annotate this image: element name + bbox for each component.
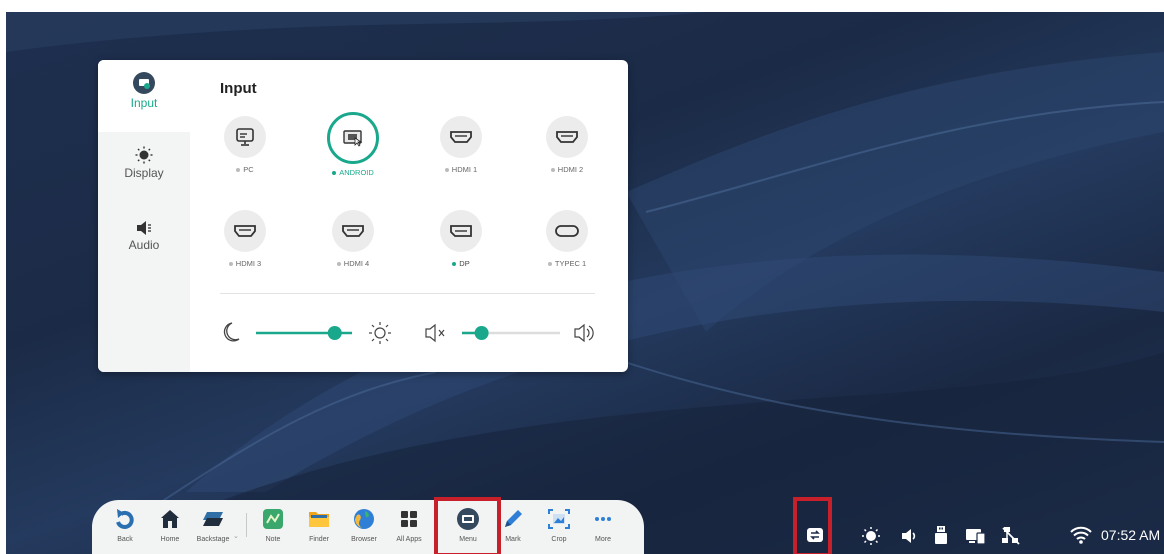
dock-label: Back xyxy=(117,536,133,543)
source-label: HDMI 4 xyxy=(313,259,393,268)
note-app-icon xyxy=(263,509,283,529)
source-hdmi-2[interactable]: HDMI 2 xyxy=(527,116,607,174)
folder-icon xyxy=(309,512,329,527)
sidebar-label-input: Input xyxy=(130,96,158,110)
monitor-icon xyxy=(236,128,254,146)
dock-label: All Apps xyxy=(396,536,422,543)
dock-label: Home xyxy=(160,536,180,543)
dock-label: Note xyxy=(265,536,281,543)
source-label: HDMI 3 xyxy=(205,259,285,268)
back-icon xyxy=(116,509,134,529)
source-label: HDMI 2 xyxy=(527,165,607,174)
dock-label: Browser xyxy=(351,536,377,543)
dock-crop[interactable]: Crop xyxy=(536,505,582,543)
source-dp[interactable]: DP xyxy=(421,210,501,268)
hdmi-port-icon xyxy=(450,131,472,143)
sidebar-label-audio: Audio xyxy=(128,238,160,252)
hdmi-port-icon xyxy=(342,225,364,237)
dock-label: More xyxy=(595,536,611,543)
clock: 07:52 AM xyxy=(1101,527,1161,543)
source-hdmi-4[interactable]: HDMI 4 xyxy=(313,210,393,268)
backstage-icon xyxy=(203,512,223,526)
volume-up-icon xyxy=(574,323,594,343)
brightness-slider-handle[interactable] xyxy=(327,326,342,340)
panel-title: Input xyxy=(220,80,257,97)
dock-all-apps[interactable]: All Apps xyxy=(386,505,432,543)
speaker-icon xyxy=(137,221,151,235)
source-label: PC xyxy=(205,165,285,174)
bottom-toolbar: Back Home Backstage ⌄ Note Finder Browse… xyxy=(92,500,644,554)
dock-note[interactable]: Note xyxy=(250,505,296,543)
dock-label: Crop xyxy=(551,536,567,543)
volume-icon[interactable] xyxy=(900,528,918,544)
settings-panel: Input Display Audio Input PC ANDROID HDM… xyxy=(98,60,628,372)
mute-icon xyxy=(425,323,445,343)
source-label: ANDROID xyxy=(313,168,393,177)
hdmi-port-icon xyxy=(234,225,256,237)
source-hdmi-1-button[interactable] xyxy=(440,116,482,158)
dock-back[interactable]: Back xyxy=(102,505,148,543)
source-android-button[interactable] xyxy=(327,112,379,164)
sidebar-item-audio[interactable]: Audio xyxy=(98,220,190,252)
more-icon xyxy=(595,517,611,521)
sidebar-item-display[interactable]: Display xyxy=(98,146,190,180)
source-label: HDMI 1 xyxy=(421,165,501,174)
source-typec-1-button[interactable] xyxy=(546,210,588,252)
displayport-icon xyxy=(450,225,472,237)
volume-slider-handle[interactable] xyxy=(474,326,489,340)
usb-icon[interactable] xyxy=(934,525,948,545)
home-icon xyxy=(161,510,179,528)
browser-icon xyxy=(354,509,374,529)
slider-row xyxy=(223,322,594,344)
hdmi-port-icon xyxy=(556,131,578,143)
source-typec-1[interactable]: TYPEC 1 xyxy=(527,210,607,268)
source-dp-button[interactable] xyxy=(440,210,482,252)
dock-label: Finder xyxy=(309,536,329,543)
dock-backstage[interactable]: Backstage xyxy=(190,505,236,543)
source-hdmi-1[interactable]: HDMI 1 xyxy=(421,116,501,174)
sidebar-label-display: Display xyxy=(124,166,164,180)
source-pc-button[interactable] xyxy=(224,116,266,158)
source-hdmi-4-button[interactable] xyxy=(332,210,374,252)
screen-share-icon[interactable] xyxy=(965,527,987,545)
dock-browser[interactable]: Browser xyxy=(341,505,387,543)
settings-sidebar: Input Display Audio xyxy=(98,60,190,372)
input-icon xyxy=(133,72,155,94)
source-hdmi-3-button[interactable] xyxy=(224,210,266,252)
crop-icon xyxy=(548,509,570,529)
chevron-down-icon[interactable]: ⌄ xyxy=(233,532,239,540)
brightness-icon[interactable] xyxy=(861,526,881,546)
menu-highlight-box xyxy=(434,497,501,554)
source-hdmi-2-button[interactable] xyxy=(546,116,588,158)
dock-finder[interactable]: Finder xyxy=(296,505,342,543)
usb-c-icon xyxy=(555,225,579,237)
source-pc[interactable]: PC xyxy=(205,116,285,174)
source-label: TYPEC 1 xyxy=(527,259,607,268)
source-label: DP xyxy=(421,259,501,268)
source-android[interactable]: ANDROID xyxy=(313,112,393,177)
android-source-icon xyxy=(343,130,363,147)
brightness-slider[interactable] xyxy=(256,326,352,340)
sun-icon xyxy=(369,322,391,344)
network-disconnected-icon[interactable] xyxy=(1001,525,1021,545)
pen-icon xyxy=(505,510,522,527)
moon-icon xyxy=(223,322,240,342)
grid-icon xyxy=(401,511,417,527)
dock-home[interactable]: Home xyxy=(147,505,193,543)
source-hdmi-3[interactable]: HDMI 3 xyxy=(205,210,285,268)
wifi-icon[interactable] xyxy=(1070,526,1092,544)
brightness-icon xyxy=(135,146,153,164)
volume-slider[interactable] xyxy=(462,326,560,340)
panel-divider xyxy=(220,293,595,294)
dock-more[interactable]: More xyxy=(580,505,626,543)
input-switch-icon[interactable] xyxy=(806,526,824,544)
dock-separator xyxy=(246,513,247,537)
sidebar-item-input[interactable]: Input xyxy=(98,60,190,132)
dock-label: Backstage xyxy=(196,536,230,543)
